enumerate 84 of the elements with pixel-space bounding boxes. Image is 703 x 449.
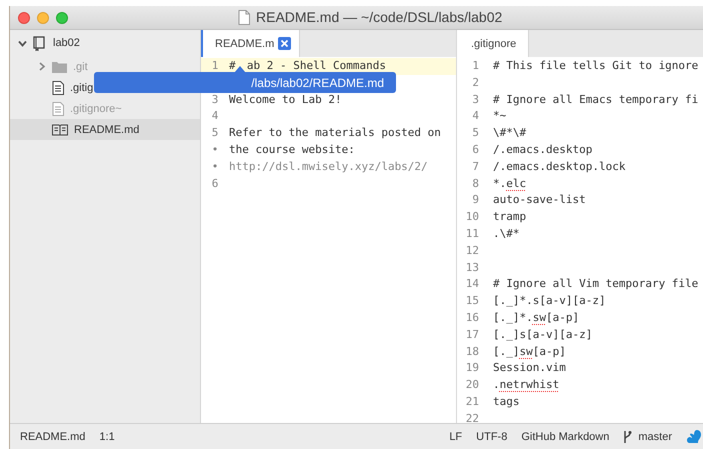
line-number: 12 [464, 242, 480, 259]
line-number: 2 [471, 74, 480, 91]
code-text: # Ignore all Emacs temporary fi [493, 92, 698, 108]
code-text: tags [493, 394, 520, 410]
code-text: [._]*. [493, 310, 533, 326]
line-number: 1 [471, 58, 480, 74]
line-number: • [210, 142, 220, 158]
line-number: 11 [464, 226, 480, 242]
status-text[interactable]: LF [449, 430, 462, 442]
status-text[interactable]: UTF-8 [476, 430, 508, 442]
code-text: [._]s[a-v][a-z] [493, 326, 592, 343]
file-icon [52, 80, 64, 94]
line-number: 16 [464, 310, 480, 326]
line-number: 6 [471, 142, 480, 158]
code-text: sw [532, 310, 546, 326]
tree-item[interactable]: README.md [10, 119, 200, 140]
line-number: 20 [464, 377, 480, 394]
editor-tab[interactable]: README.m [201, 30, 300, 57]
tooltip-arrow-icon [234, 66, 246, 73]
code-text: [a-p] [546, 310, 580, 326]
code-text: [._] [493, 344, 520, 360]
folder-icon [52, 60, 67, 72]
code-text: /.emacs.desktop [493, 142, 592, 158]
status-text[interactable]: master [638, 430, 672, 442]
line-number: 14 [464, 276, 480, 292]
line-number: 5 [210, 125, 220, 142]
code-text: . [493, 377, 500, 394]
line-number: 17 [464, 326, 480, 343]
minimize-button[interactable] [37, 12, 49, 24]
code-text: \#*\# [493, 125, 526, 142]
book-icon [33, 36, 45, 50]
line-number: 19 [464, 360, 480, 376]
document-icon [238, 10, 250, 24]
line-number: 22 [464, 410, 480, 423]
code-text: http://dsl.mwisely.xyz/labs/2/ [229, 158, 428, 175]
line-number: 8 [471, 176, 480, 192]
line-number: 21 [464, 394, 480, 410]
code-text: [a-p] [532, 344, 566, 360]
code-text: Session.vim [493, 360, 566, 376]
code-text: # Ignore all Vim temporary file [493, 276, 698, 292]
line-number: 10 [464, 209, 480, 226]
line-number: 18 [464, 344, 480, 360]
code-text: elc [506, 176, 526, 192]
line-number: 1 [210, 58, 220, 74]
status-text[interactable]: 1:1 [99, 430, 115, 442]
tree-item[interactable]: lab02 [10, 30, 200, 56]
line-number: • [210, 158, 220, 175]
close-icon[interactable] [278, 37, 292, 50]
line-number: 9 [471, 192, 480, 208]
line-number: 3 [210, 92, 220, 108]
status-text[interactable]: README.md [20, 430, 86, 442]
code-text: [._]*.s[a-v][a-z] [493, 293, 606, 310]
line-number: 13 [464, 260, 480, 276]
code-text: *. [493, 176, 506, 192]
line-number: 4 [210, 108, 220, 124]
window-title: README.md — ~/code/DSL/labs/lab02 [256, 9, 502, 25]
editor-tab[interactable]: .gitignore [457, 30, 530, 57]
code-text: .\#* [493, 226, 520, 242]
code-text: Welcome to Lab 2! [229, 92, 342, 108]
code-text: # This file tells Git to ignore [493, 58, 698, 74]
file-icon [52, 102, 64, 116]
code-text: netrwhist [500, 377, 560, 394]
line-number: 5 [471, 125, 480, 142]
line-number: 4 [471, 108, 480, 124]
line-number: 3 [471, 92, 480, 108]
code-text: sw [520, 344, 533, 360]
code-text: tramp [493, 209, 526, 226]
open-book-icon [52, 124, 68, 136]
code-text: ab 2 - Shell Commands [246, 58, 386, 74]
code-text: auto-save-list [493, 192, 586, 208]
line-number: 15 [464, 293, 480, 310]
code-text: # [229, 58, 236, 74]
code-text: /.emacs.desktop.lock [493, 158, 626, 175]
chevron-right-icon [38, 62, 46, 71]
code-text: Refer to the materials posted on [229, 125, 441, 142]
close-button[interactable] [18, 12, 30, 24]
line-number: 7 [471, 158, 480, 175]
chevron-down-icon [18, 38, 27, 48]
line-number: 6 [210, 176, 220, 192]
code-text: the course website: [229, 142, 355, 158]
zoom-button[interactable] [56, 12, 68, 24]
status-text[interactable]: GitHub Markdown [521, 430, 610, 442]
branch-icon [623, 430, 632, 444]
code-text: *~ [493, 108, 506, 124]
